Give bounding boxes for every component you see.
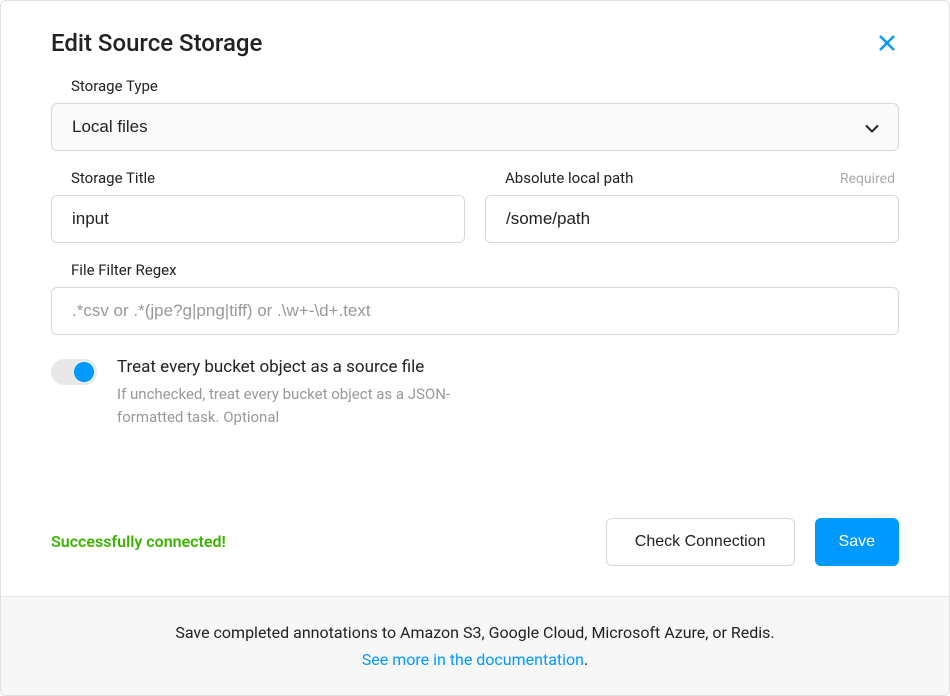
absolute-path-input[interactable]	[485, 195, 899, 243]
edit-source-storage-modal: Edit Source Storage Storage Type Storage…	[0, 0, 950, 696]
storage-title-label: Storage Title	[51, 169, 465, 187]
file-filter-input[interactable]	[51, 287, 899, 335]
storage-type-select[interactable]	[51, 103, 899, 151]
modal-title: Edit Source Storage	[51, 29, 262, 57]
footer-text: Save completed annotations to Amazon S3,…	[175, 623, 774, 642]
check-connection-button[interactable]: Check Connection	[606, 518, 795, 566]
storage-type-select-wrap	[51, 103, 899, 151]
storage-type-label: Storage Type	[51, 77, 899, 95]
documentation-link[interactable]: See more in the documentation	[362, 650, 584, 669]
title-path-row: Storage Title Absolute local path Requir…	[51, 169, 899, 261]
toggle-text-block: Treat every bucket object as a source fi…	[117, 357, 497, 428]
modal-body: Storage Type Storage Title Absolute loca…	[1, 77, 949, 478]
modal-header: Edit Source Storage	[1, 1, 949, 77]
absolute-path-label: Absolute local path	[485, 169, 633, 187]
absolute-path-label-row: Absolute local path Required	[485, 169, 899, 195]
treat-as-source-toggle[interactable]	[51, 359, 97, 385]
absolute-path-group: Absolute local path Required	[485, 169, 899, 243]
modal-footer: Save completed annotations to Amazon S3,…	[1, 596, 949, 695]
save-button[interactable]: Save	[815, 518, 899, 566]
storage-title-group: Storage Title	[51, 169, 465, 243]
toggle-description: If unchecked, treat every bucket object …	[117, 383, 497, 428]
storage-title-input[interactable]	[51, 195, 465, 243]
required-indicator: Required	[840, 171, 899, 187]
close-icon	[878, 34, 896, 52]
button-group: Check Connection Save	[606, 518, 899, 566]
file-filter-label: File Filter Regex	[51, 261, 899, 279]
connection-status: Successfully connected!	[51, 532, 226, 551]
action-row: Successfully connected! Check Connection…	[1, 478, 949, 596]
toggle-title: Treat every bucket object as a source fi…	[117, 357, 497, 377]
footer-period: .	[584, 650, 588, 669]
file-filter-group: File Filter Regex	[51, 261, 899, 335]
toggle-knob	[74, 362, 94, 382]
close-button[interactable]	[875, 31, 899, 55]
storage-type-group: Storage Type	[51, 77, 899, 151]
toggle-row: Treat every bucket object as a source fi…	[51, 357, 899, 428]
